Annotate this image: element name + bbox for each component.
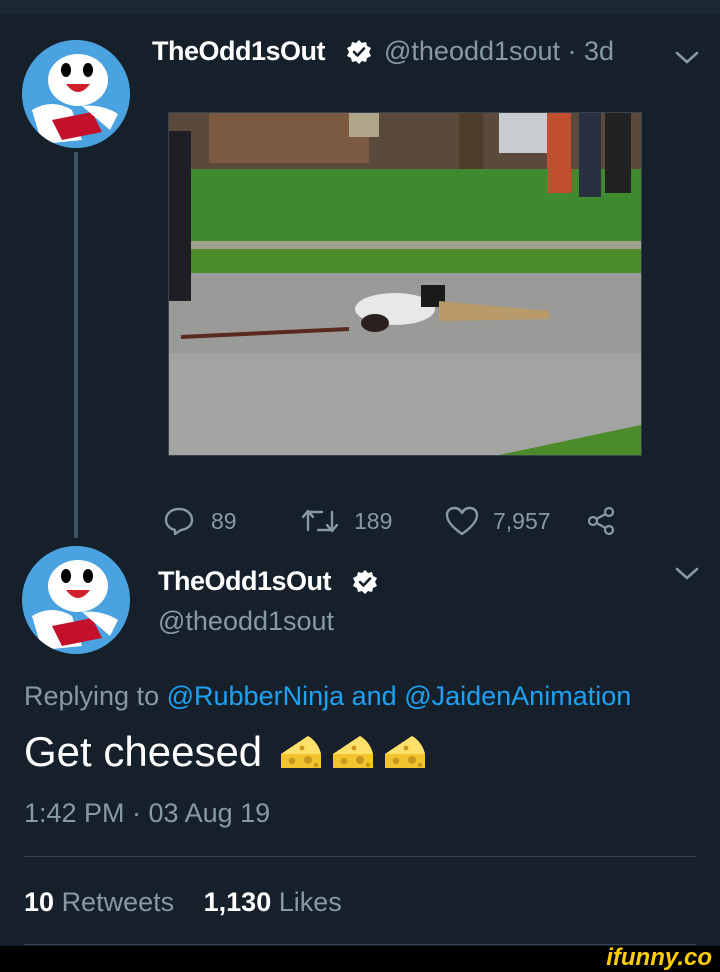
handle[interactable]: @theodd1sout bbox=[158, 606, 334, 637]
display-name[interactable]: TheOdd1sOut bbox=[158, 566, 332, 597]
verified-icon bbox=[353, 570, 377, 594]
retweets-label: Retweets bbox=[61, 887, 175, 917]
divider bbox=[24, 944, 696, 945]
replying-prefix: Replying to bbox=[24, 681, 160, 711]
likes-count: 1,130 bbox=[203, 887, 272, 917]
mention-link[interactable]: @JaidenAnimation bbox=[404, 681, 631, 711]
reply-icon bbox=[164, 507, 194, 536]
share-button[interactable] bbox=[586, 506, 616, 536]
cheese-icon bbox=[281, 736, 322, 768]
replying-to: Replying to @RubberNinja and @JaidenAnim… bbox=[24, 681, 631, 712]
avatar[interactable] bbox=[22, 40, 130, 148]
retweets-count: 10 bbox=[24, 887, 55, 917]
tweet-timestamp[interactable]: 1:42 PM · 03 Aug 19 bbox=[24, 798, 270, 829]
engagement-stats: 10 Retweets 1,130 Likes bbox=[24, 887, 342, 918]
watermark-logo: ifunny.co bbox=[606, 944, 712, 971]
share-icon bbox=[587, 506, 615, 536]
likes-stat[interactable]: 1,130 Likes bbox=[204, 887, 342, 917]
thread-line bbox=[74, 152, 78, 538]
handle-and-time[interactable]: @theodd1sout · 3d bbox=[384, 36, 614, 67]
tweet-media-image[interactable] bbox=[168, 112, 642, 456]
like-button[interactable]: 7,957 bbox=[445, 506, 551, 536]
and-word: and bbox=[351, 681, 397, 711]
retweets-stat[interactable]: 10 Retweets bbox=[24, 887, 174, 917]
top-bar bbox=[0, 0, 720, 14]
reply-count: 89 bbox=[211, 507, 237, 534]
verified-icon bbox=[347, 40, 371, 64]
chevron-down-icon[interactable] bbox=[675, 51, 699, 65]
cheese-icon bbox=[385, 736, 426, 768]
retweet-icon bbox=[301, 509, 339, 533]
chevron-down-icon[interactable] bbox=[675, 567, 699, 581]
display-name[interactable]: TheOdd1sOut bbox=[152, 36, 326, 67]
retweet-button[interactable]: 189 bbox=[300, 506, 392, 536]
divider bbox=[24, 856, 696, 857]
heart-icon bbox=[445, 506, 479, 536]
likes-label: Likes bbox=[278, 887, 342, 917]
tweet-text: Get cheesed bbox=[24, 728, 434, 776]
retweet-count: 189 bbox=[354, 507, 393, 534]
avatar[interactable] bbox=[22, 546, 130, 654]
reply-button[interactable]: 89 bbox=[163, 506, 237, 536]
cheese-icon bbox=[333, 736, 374, 768]
tweet-text-content: Get cheesed bbox=[24, 728, 263, 775]
like-count: 7,957 bbox=[493, 507, 551, 534]
mention-link[interactable]: @RubberNinja bbox=[167, 681, 345, 711]
